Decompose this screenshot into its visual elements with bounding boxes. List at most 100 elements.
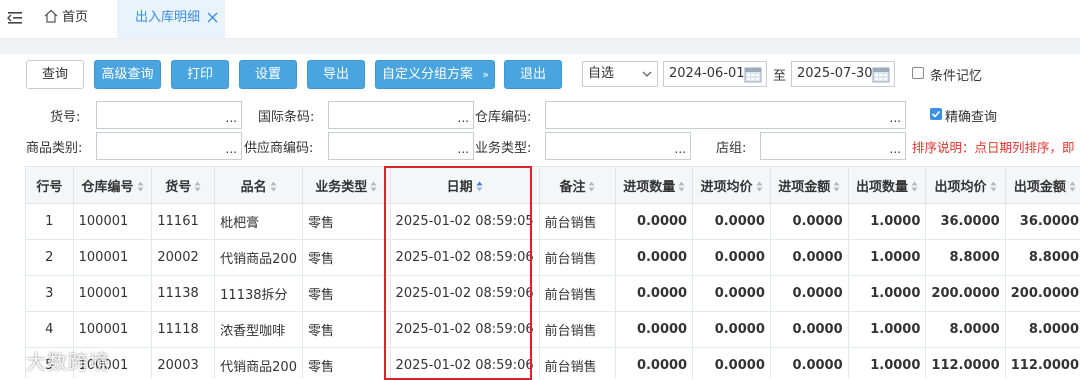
column-header-label: 货号	[165, 180, 191, 195]
sort-icon[interactable]	[911, 181, 918, 192]
table-row[interactable]: 110000111161枇杷膏零售2025-01-02 08:59:05前台销售…	[26, 204, 1080, 240]
advanced-query-button[interactable]: 高级查询	[94, 60, 161, 89]
table-cell: 代销商品200	[215, 348, 303, 379]
table-cell: 112.0000	[1005, 348, 1080, 379]
column-header-label: 仓库编号	[82, 180, 134, 195]
column-header[interactable]: 进项数量	[616, 167, 693, 204]
table-cell: 0.0000	[693, 240, 771, 276]
exact-query-label: 精确查询	[945, 106, 997, 125]
warehouse-code-input[interactable]: ...	[545, 101, 906, 129]
table-cell: 11118	[152, 312, 215, 348]
table-row[interactable]: 410000111118浓香型咖啡零售2025-01-02 08:59:06前台…	[26, 312, 1080, 348]
business-type-input[interactable]: ...	[545, 132, 691, 160]
sort-icon[interactable]	[370, 181, 377, 192]
chevron-down-icon	[642, 69, 652, 79]
table-cell: 零售	[302, 204, 390, 240]
custom-group-button[interactable]: 自定义分组方案 »	[375, 60, 495, 89]
remember-label: 条件记忆	[930, 65, 982, 84]
tab-inout-detail[interactable]: 出入库明细	[117, 0, 225, 38]
column-header[interactable]: 出项均价	[926, 167, 1005, 204]
column-header-label: 进项数量	[623, 180, 675, 195]
table-cell: 0.0000	[693, 348, 771, 379]
tab-inout-detail-label: 出入库明细	[135, 10, 200, 25]
barcode-lookup-button[interactable]: ...	[458, 112, 469, 124]
column-header-label: 出项数量	[856, 180, 908, 195]
warehouse-lookup-button[interactable]: ...	[890, 112, 901, 124]
table-cell: 零售	[302, 348, 390, 379]
table-cell: 0.0000	[693, 204, 771, 240]
column-header[interactable]: 业务类型	[302, 167, 390, 204]
table-cell: 枇杷膏	[215, 204, 303, 240]
settings-button[interactable]: 设置	[239, 60, 297, 89]
end-date-input[interactable]: 2025-07-30	[791, 61, 895, 87]
column-header[interactable]: 行号	[26, 167, 74, 204]
column-header[interactable]: 日期	[390, 167, 539, 204]
header-gap	[0, 39, 1080, 54]
table-cell: 前台销售	[539, 240, 616, 276]
date-mode-select[interactable]: 自选	[582, 61, 658, 87]
watermark-text: 大数跨境	[26, 350, 110, 374]
column-header[interactable]: 货号	[152, 167, 215, 204]
column-header[interactable]: 进项金额	[770, 167, 848, 204]
tab-home[interactable]: 首页	[44, 0, 88, 38]
menu-toggle-icon[interactable]	[7, 10, 23, 26]
export-button[interactable]: 导出	[307, 60, 365, 89]
table-cell: 0.0000	[770, 240, 848, 276]
column-header[interactable]: 出项数量	[848, 167, 926, 204]
table-cell: 1.0000	[848, 276, 926, 312]
column-header[interactable]: 备注	[539, 167, 616, 204]
sort-icon[interactable]	[588, 181, 595, 192]
sort-icon[interactable]	[833, 181, 840, 192]
store-group-input[interactable]: ...	[760, 132, 906, 160]
exit-button[interactable]: 退出	[504, 60, 562, 89]
table-cell: 11138拆分	[215, 276, 303, 312]
supplier-lookup-button[interactable]: ...	[458, 143, 469, 155]
calendar-icon[interactable]	[743, 64, 763, 84]
calendar-icon[interactable]	[871, 64, 891, 84]
sort-note: 排序说明：点日期列排序，即	[912, 137, 1075, 156]
sort-icon[interactable]	[756, 181, 763, 192]
table-cell: 前台销售	[539, 276, 616, 312]
query-button[interactable]: 查询	[26, 60, 84, 89]
store-group-lookup-button[interactable]: ...	[890, 143, 901, 155]
start-date-value: 2024-06-01	[669, 66, 745, 81]
table-cell: 2025-01-02 08:59:05	[390, 204, 539, 240]
sku-label: 货号:	[50, 106, 80, 125]
print-button[interactable]: 打印	[171, 60, 229, 89]
supplier-code-input[interactable]: ...	[328, 132, 474, 160]
category-input[interactable]: ...	[96, 132, 242, 160]
sort-icon[interactable]	[270, 181, 277, 192]
business-type-lookup-button[interactable]: ...	[675, 143, 686, 155]
sku-lookup-button[interactable]: ...	[226, 112, 237, 124]
close-icon[interactable]	[206, 11, 219, 24]
sort-icon[interactable]	[990, 181, 997, 192]
column-header-label: 出项均价	[935, 180, 987, 195]
barcode-input[interactable]: ...	[328, 101, 474, 129]
table-row[interactable]: 510000120003代销商品200零售2025-01-02 08:59:06…	[26, 348, 1080, 379]
sort-icon[interactable]	[137, 181, 144, 192]
table-cell: 零售	[302, 312, 390, 348]
sort-icon[interactable]	[194, 181, 201, 192]
remember-checkbox[interactable]	[912, 67, 924, 79]
sort-ascending-icon[interactable]	[476, 181, 483, 192]
category-lookup-button[interactable]: ...	[226, 143, 237, 155]
table-row[interactable]: 210000120002代销商品200零售2025-01-02 08:59:06…	[26, 240, 1080, 276]
tab-home-label: 首页	[62, 10, 88, 25]
table-cell: 112.0000	[926, 348, 1005, 379]
table-row[interactable]: 31000011113811138拆分零售2025-01-02 08:59:06…	[26, 276, 1080, 312]
table-cell: 200.0000	[1005, 276, 1080, 312]
column-header[interactable]: 出项金额	[1005, 167, 1080, 204]
exact-query-checkbox[interactable]	[930, 108, 942, 120]
column-header-label: 日期	[447, 180, 473, 195]
column-header[interactable]: 进项均价	[693, 167, 771, 204]
table-cell: 11138	[152, 276, 215, 312]
column-header[interactable]: 仓库编号	[73, 167, 152, 204]
column-header-label: 进项金额	[778, 180, 830, 195]
table-cell: 20003	[152, 348, 215, 379]
column-header[interactable]: 品名	[215, 167, 303, 204]
sort-icon[interactable]	[678, 181, 685, 192]
start-date-input[interactable]: 2024-06-01	[663, 61, 767, 87]
sku-input[interactable]: ...	[96, 101, 242, 129]
table-cell: 1.0000	[848, 348, 926, 379]
sort-icon[interactable]	[1069, 181, 1076, 192]
